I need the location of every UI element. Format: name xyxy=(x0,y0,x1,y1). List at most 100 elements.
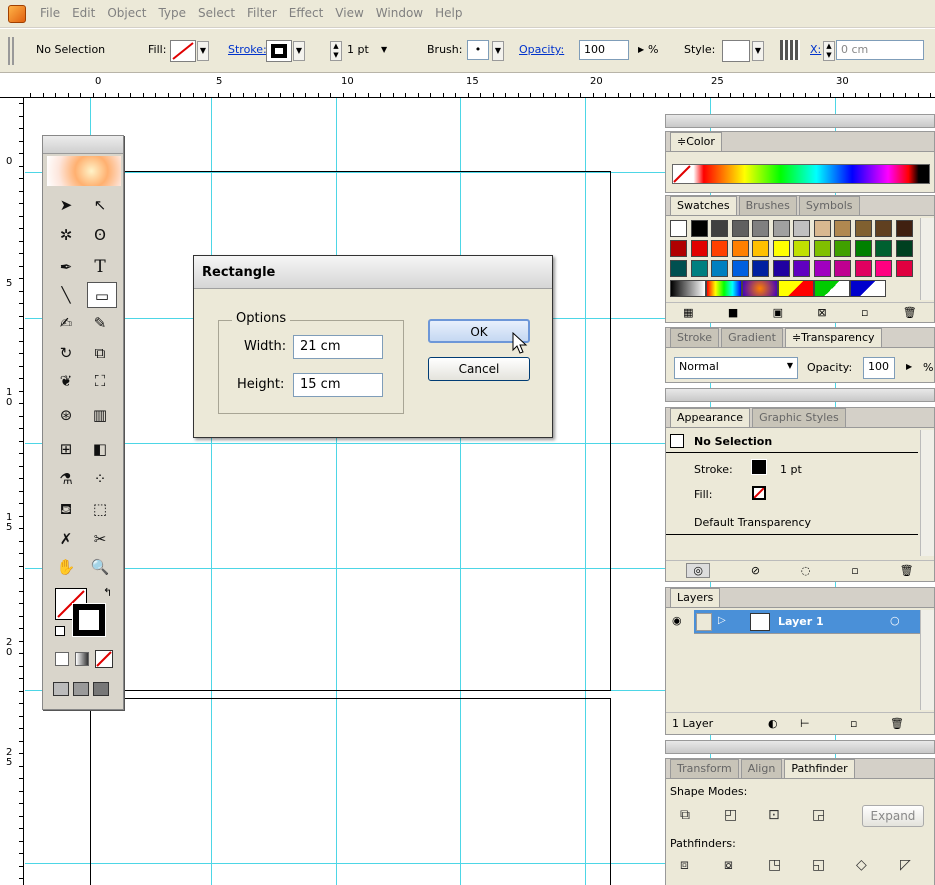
swatch[interactable] xyxy=(742,280,778,297)
swatch[interactable] xyxy=(690,220,708,237)
panel-dock-bar[interactable] xyxy=(665,388,935,402)
stroke-label[interactable]: Stroke: xyxy=(228,43,267,56)
panel-dock-bar[interactable] xyxy=(665,114,935,128)
reduce-to-basic-appearance-icon[interactable]: ◌ xyxy=(801,564,811,577)
opacity-input[interactable]: 100 xyxy=(579,40,629,60)
tab-transparency[interactable]: ≑Transparency xyxy=(784,328,882,347)
expand-button[interactable]: Expand xyxy=(862,805,924,827)
delete-swatch-icon[interactable]: 🗑 xyxy=(903,306,917,319)
color-mode-icon[interactable] xyxy=(55,652,69,666)
swatch[interactable] xyxy=(834,260,851,277)
tab-stroke[interactable]: Stroke xyxy=(670,328,720,347)
swatch[interactable] xyxy=(711,260,728,277)
height-input[interactable]: 15 cm xyxy=(293,373,383,397)
eye-icon[interactable]: ◉ xyxy=(666,610,694,634)
panel-dock-bar[interactable] xyxy=(665,740,935,754)
swatch[interactable] xyxy=(875,260,892,277)
swatch[interactable] xyxy=(772,220,790,237)
intersect-shape-icon[interactable]: ⊡ xyxy=(768,807,780,823)
swatch[interactable] xyxy=(778,280,814,297)
swatch[interactable] xyxy=(690,240,708,257)
line-tool-icon[interactable]: ╲ xyxy=(51,282,81,308)
standard-screen-mode-icon[interactable] xyxy=(53,682,69,696)
opacity-arrow-icon[interactable]: ▶ xyxy=(906,362,912,371)
fill-dropdown-icon[interactable]: ▼ xyxy=(197,41,209,61)
swatch[interactable] xyxy=(670,240,687,257)
x-stepper-icon[interactable]: ▲ ▼ xyxy=(823,41,835,61)
mesh-tool-icon[interactable]: ⊞ xyxy=(51,436,81,462)
tab-transform[interactable]: Transform xyxy=(670,759,739,778)
rectangle-tool-icon[interactable]: ▭ xyxy=(87,282,117,308)
swatch[interactable] xyxy=(752,240,769,257)
menu-filter[interactable]: Filter xyxy=(247,6,277,20)
column-graph-tool-icon[interactable]: ▥ xyxy=(85,402,115,428)
menu-type[interactable]: Type xyxy=(158,6,186,20)
swatch[interactable] xyxy=(670,280,706,297)
swatch[interactable] xyxy=(875,240,892,257)
control-bar-grip[interactable] xyxy=(8,37,14,65)
swatch[interactable] xyxy=(895,220,913,237)
menu-select[interactable]: Select xyxy=(198,6,235,20)
outline-icon[interactable]: ◇ xyxy=(856,857,867,873)
direct-selection-tool-icon[interactable]: ↖ xyxy=(85,192,115,218)
swatch[interactable] xyxy=(752,220,769,237)
type-tool-icon[interactable]: T xyxy=(85,254,115,280)
swatch[interactable] xyxy=(711,220,728,237)
swatch[interactable] xyxy=(731,240,749,257)
expand-triangle-icon[interactable]: ▷ xyxy=(718,615,726,626)
live-paint-selection-tool-icon[interactable]: ⬚ xyxy=(85,496,115,522)
swatch[interactable] xyxy=(793,240,810,257)
vertical-ruler[interactable]: 0 5 1 0 1 5 2 0 2 5 xyxy=(0,98,24,885)
brush-value[interactable]: • xyxy=(467,40,489,60)
blend-mode-select[interactable]: Normal ▼ xyxy=(674,357,798,379)
minus-back-icon[interactable]: ◸ xyxy=(900,857,911,873)
swatch[interactable] xyxy=(731,260,749,277)
rotate-tool-icon[interactable]: ↻ xyxy=(51,340,81,366)
tab-align[interactable]: Align xyxy=(740,759,783,778)
clear-appearance-icon[interactable]: ⊘ xyxy=(751,564,760,577)
divide-icon[interactable]: ⧈ xyxy=(680,857,689,873)
target-circle-icon[interactable]: ○ xyxy=(890,614,900,627)
stroke-dropdown-icon[interactable]: ▼ xyxy=(293,41,305,61)
lasso-tool-icon[interactable]: ʘ xyxy=(85,222,115,248)
menu-effect[interactable]: Effect xyxy=(289,6,324,20)
free-transform-tool-icon[interactable]: ⛶ xyxy=(85,368,115,394)
layer-row[interactable]: ◉ ▷ Layer 1 ○ xyxy=(666,610,920,634)
tab-swatches[interactable]: Swatches xyxy=(670,196,737,215)
pencil-tool-icon[interactable]: ✎ xyxy=(85,310,115,336)
tab-symbols[interactable]: Symbols xyxy=(798,196,860,215)
paintbrush-tool-icon[interactable]: ✍ xyxy=(51,310,81,336)
subtract-from-shape-icon[interactable]: ◰ xyxy=(724,807,737,823)
swatch[interactable] xyxy=(670,260,687,277)
swatch[interactable] xyxy=(813,240,831,257)
new-swatch-icon[interactable]: ▫ xyxy=(861,306,868,319)
x-label[interactable]: X: xyxy=(810,43,821,56)
swatch-libraries-icon[interactable]: ▦ xyxy=(683,306,693,319)
tab-graphic-styles[interactable]: Graphic Styles xyxy=(752,408,846,427)
tab-pathfinder[interactable]: Pathfinder xyxy=(784,759,855,778)
full-screen-mode-icon[interactable] xyxy=(93,682,109,696)
layers-scrollbar[interactable] xyxy=(920,610,934,710)
tools-panel-header[interactable] xyxy=(43,136,123,154)
none-mode-icon[interactable] xyxy=(95,650,113,668)
hand-tool-icon[interactable]: ✋ xyxy=(51,554,81,580)
magic-wand-tool-icon[interactable]: ✲ xyxy=(51,222,81,248)
swatch[interactable] xyxy=(814,280,850,297)
crop-icon[interactable]: ◱ xyxy=(812,857,825,873)
x-input[interactable]: 0 cm xyxy=(836,40,924,60)
swatch[interactable] xyxy=(895,240,913,257)
swatch[interactable] xyxy=(895,260,913,277)
show-swatch-kinds-icon[interactable]: ■ xyxy=(728,306,738,319)
new-sublayer-icon[interactable]: ⊢ xyxy=(800,717,810,730)
swatch[interactable] xyxy=(670,220,687,237)
stroke-weight-stepper-icon[interactable]: ▲ ▼ xyxy=(330,41,342,61)
menu-help[interactable]: Help xyxy=(435,6,462,20)
trim-icon[interactable]: ⧇ xyxy=(724,857,733,873)
menu-view[interactable]: View xyxy=(335,6,363,20)
color-spectrum-bar[interactable] xyxy=(672,164,930,184)
merge-icon[interactable]: ◳ xyxy=(768,857,781,873)
menu-edit[interactable]: Edit xyxy=(72,6,95,20)
add-to-shape-icon[interactable]: ⧉ xyxy=(680,807,690,823)
menu-object[interactable]: Object xyxy=(107,6,146,20)
stroke-swatch[interactable] xyxy=(266,40,292,62)
